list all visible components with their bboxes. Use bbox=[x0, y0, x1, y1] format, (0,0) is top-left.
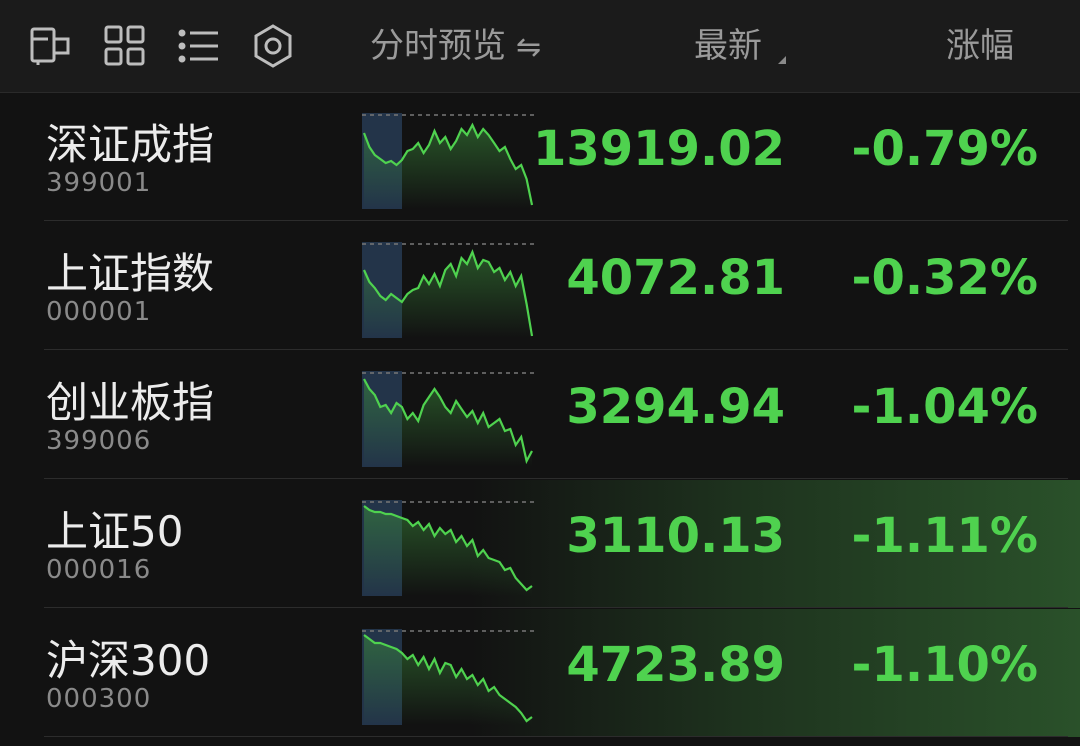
column-header-bar: 分时预览 ⇋ 最新 涨幅 bbox=[0, 0, 1080, 93]
index-row[interactable]: 上证指数 000001 4072.81 -0.32% bbox=[0, 222, 1080, 350]
change-percent-label: 涨幅 bbox=[946, 26, 1014, 66]
intraday-sparkline[interactable] bbox=[362, 629, 534, 725]
latest-price: 4723.89 bbox=[566, 637, 785, 693]
index-row[interactable]: 沪深300 000300 4723.89 -1.10% bbox=[0, 609, 1080, 737]
layout-toggle-icon[interactable] bbox=[28, 23, 74, 69]
index-code: 399001 bbox=[46, 168, 152, 198]
list-view-icon[interactable] bbox=[176, 23, 222, 69]
index-name: 上证50 bbox=[46, 507, 184, 556]
index-row[interactable]: 上证50 000016 3110.13 -1.11% bbox=[0, 480, 1080, 608]
row-divider bbox=[44, 478, 1068, 479]
sort-indicator-icon bbox=[778, 56, 786, 64]
latest-price: 3110.13 bbox=[566, 508, 785, 564]
sparkline-area bbox=[364, 506, 532, 596]
index-name: 上证指数 bbox=[46, 249, 215, 298]
index-code: 000001 bbox=[46, 297, 152, 327]
latest-price-header[interactable]: 最新 bbox=[694, 20, 762, 72]
index-row[interactable]: 创业板指 399006 3294.94 -1.04% bbox=[0, 351, 1080, 479]
latest-price: 13919.02 bbox=[532, 121, 785, 177]
change-percent-header[interactable]: 涨幅 bbox=[946, 20, 1014, 72]
latest-price: 3294.94 bbox=[566, 379, 785, 435]
row-divider bbox=[44, 607, 1068, 608]
index-name: 创业板指 bbox=[46, 378, 215, 427]
latest-price-label: 最新 bbox=[694, 26, 762, 66]
index-code: 000300 bbox=[46, 684, 152, 714]
sparkline-area bbox=[364, 635, 532, 725]
intraday-sparkline[interactable] bbox=[362, 242, 534, 338]
index-code: 399006 bbox=[46, 426, 152, 456]
row-divider bbox=[44, 736, 1068, 737]
row-divider bbox=[44, 349, 1068, 350]
index-name: 深证成指 bbox=[46, 120, 215, 169]
change-percent: -1.10% bbox=[851, 637, 1038, 693]
intraday-preview-header[interactable]: 分时预览 ⇋ bbox=[370, 20, 541, 72]
change-percent: -0.79% bbox=[851, 121, 1038, 177]
intraday-sparkline[interactable] bbox=[362, 113, 534, 209]
change-percent: -1.11% bbox=[851, 508, 1038, 564]
grid-view-icon[interactable] bbox=[102, 23, 148, 69]
index-code: 000016 bbox=[46, 555, 152, 585]
intraday-preview-label: 分时预览 bbox=[370, 26, 506, 66]
change-percent: -0.32% bbox=[851, 250, 1038, 306]
settings-icon[interactable] bbox=[250, 23, 296, 69]
latest-price: 4072.81 bbox=[566, 250, 785, 306]
index-name: 沪深300 bbox=[46, 636, 211, 685]
change-percent: -1.04% bbox=[851, 379, 1038, 435]
row-divider bbox=[44, 220, 1068, 221]
intraday-sparkline[interactable] bbox=[362, 371, 534, 467]
swap-icon[interactable]: ⇋ bbox=[516, 30, 541, 65]
intraday-sparkline[interactable] bbox=[362, 500, 534, 596]
index-row[interactable]: 深证成指 399001 13919.02 -0.79% bbox=[0, 93, 1080, 221]
